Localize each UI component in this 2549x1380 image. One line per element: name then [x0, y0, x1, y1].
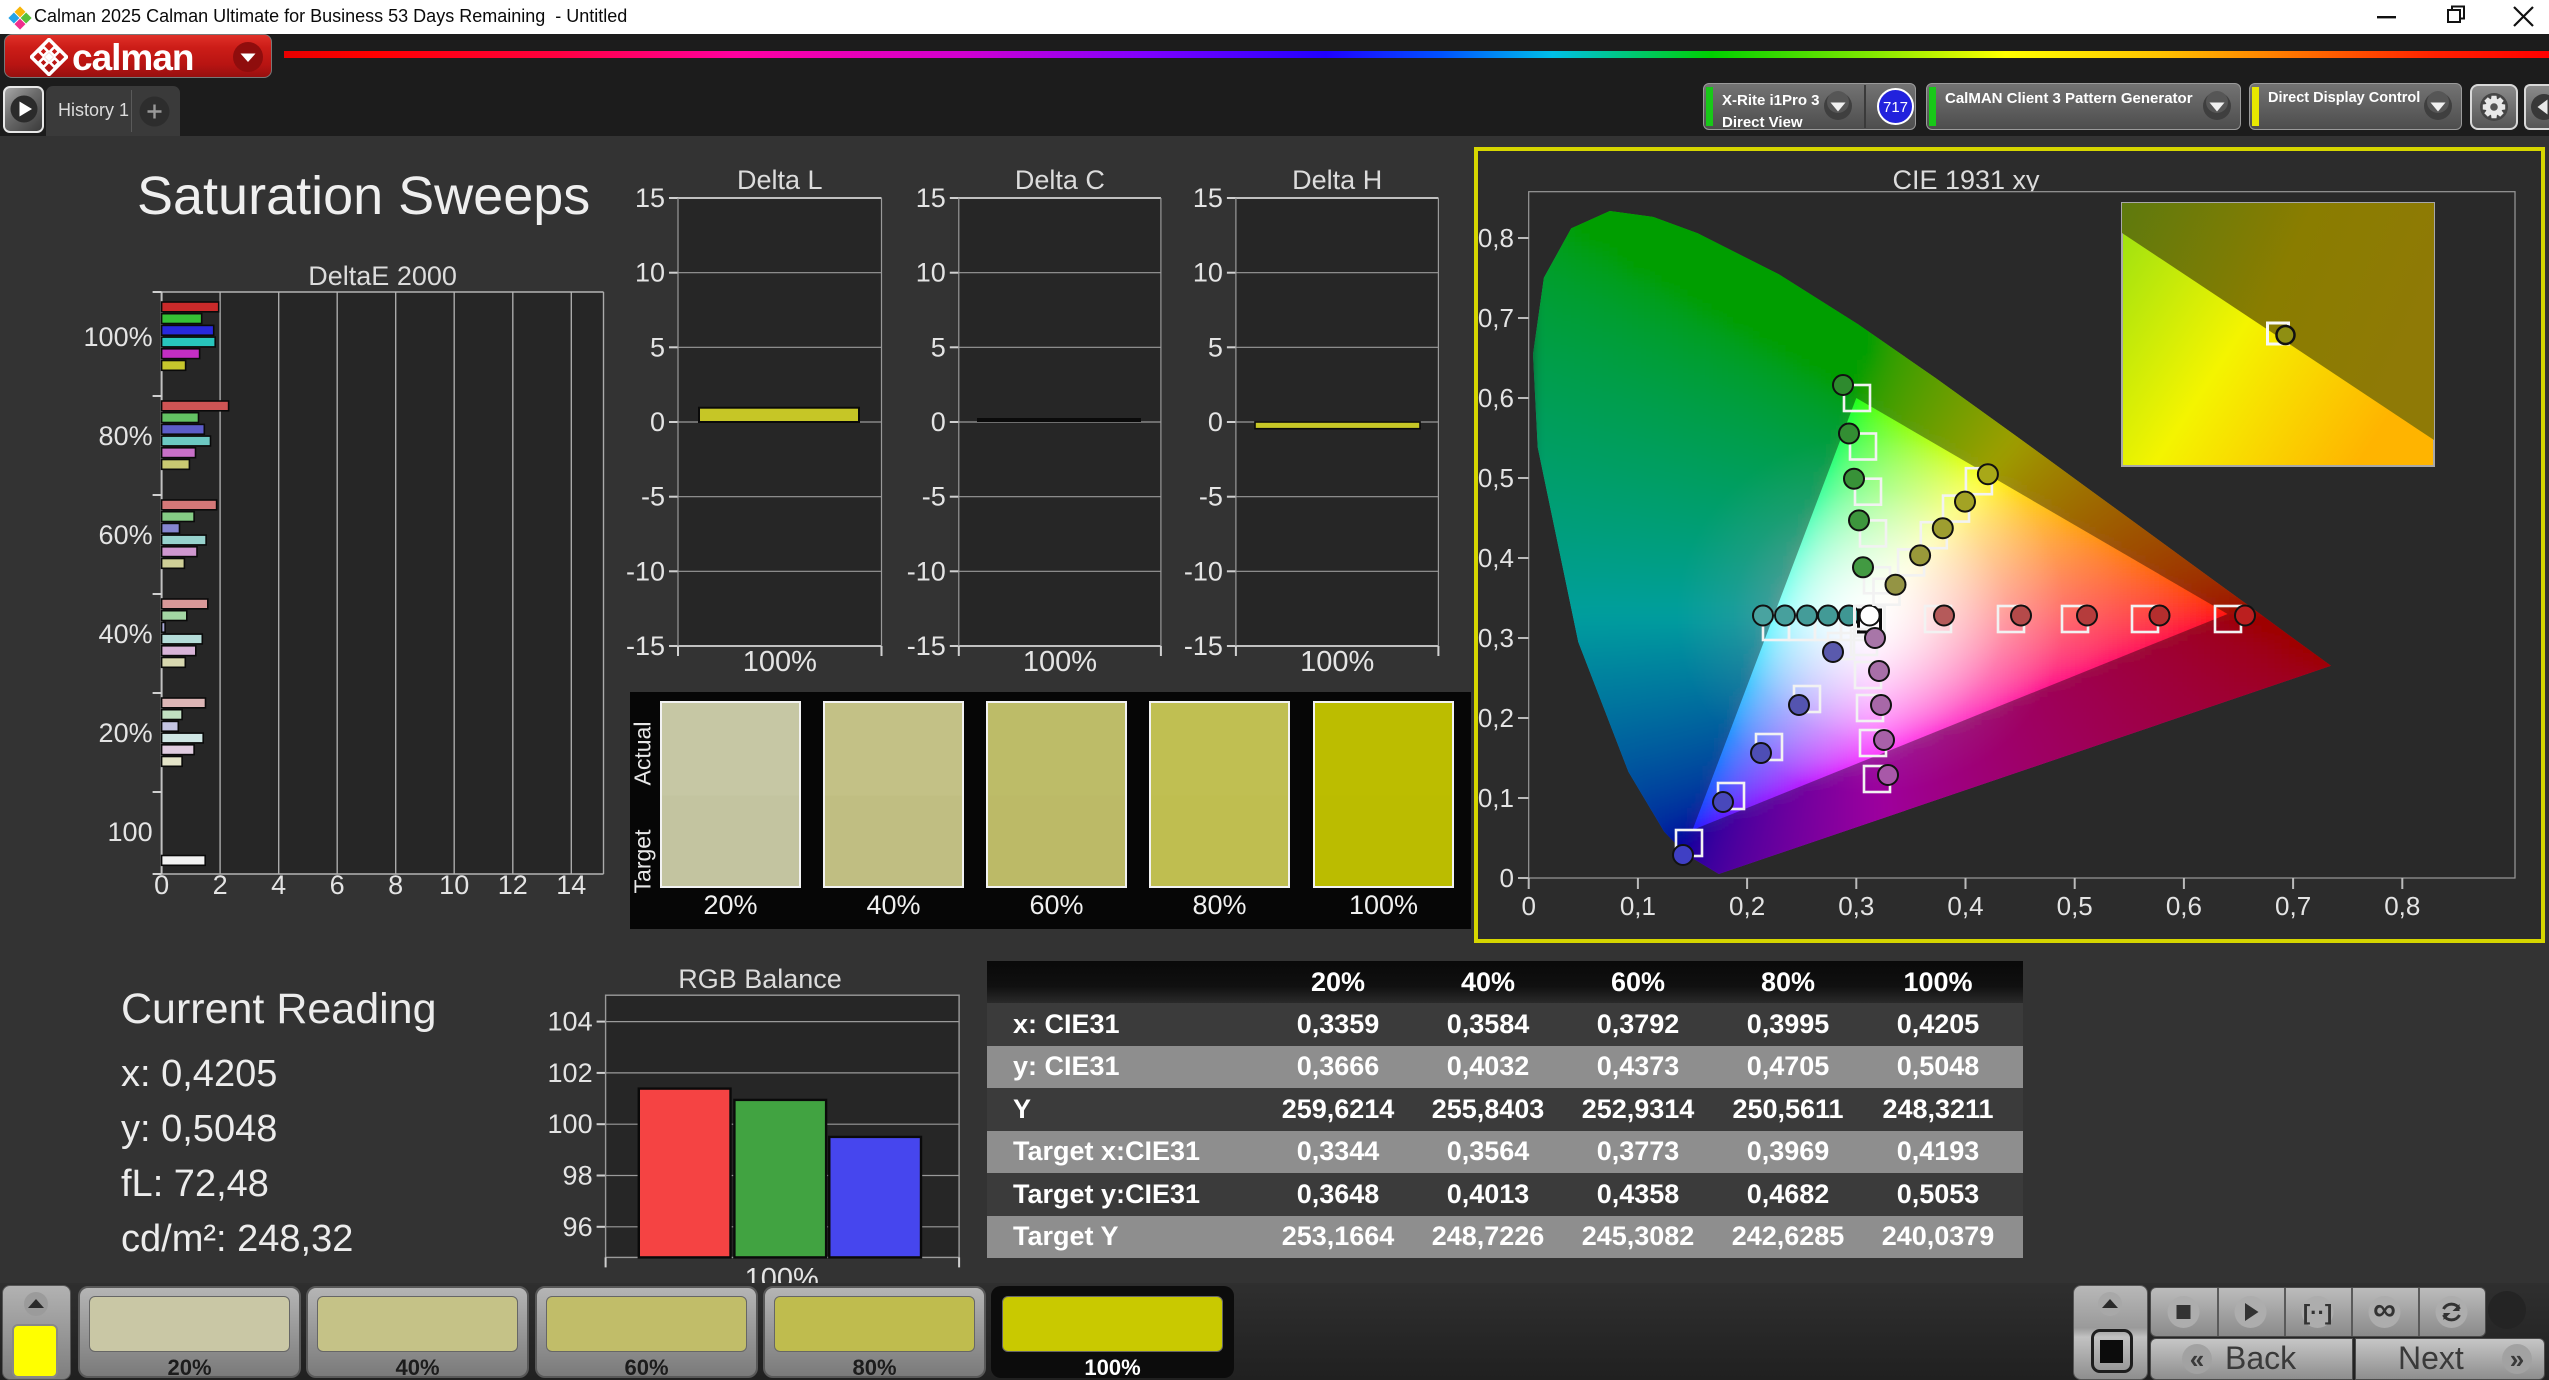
svg-text:0,5: 0,5 [1478, 463, 1514, 493]
svg-text:0,4: 0,4 [1478, 543, 1514, 573]
svg-text:CIE 1931 xy: CIE 1931 xy [1892, 165, 2040, 195]
svg-text:-5: -5 [922, 482, 946, 512]
svg-text:-5: -5 [1199, 482, 1223, 512]
svg-text:0,6: 0,6 [1478, 383, 1514, 413]
svg-text:15: 15 [635, 183, 665, 213]
svg-text:102: 102 [548, 1058, 593, 1088]
svg-text:0,1: 0,1 [1620, 891, 1656, 921]
svg-text:0: 0 [931, 407, 946, 437]
svg-text:0,7: 0,7 [1478, 303, 1514, 333]
svg-text:Delta L: Delta L [737, 165, 823, 195]
svg-text:RGB Balance: RGB Balance [678, 964, 842, 994]
svg-text:0,2: 0,2 [1478, 703, 1514, 733]
svg-text:0,1: 0,1 [1478, 783, 1514, 813]
svg-text:Delta C: Delta C [1015, 165, 1105, 195]
svg-text:5: 5 [650, 332, 665, 362]
svg-text:60%: 60% [99, 520, 153, 550]
svg-text:0: 0 [1208, 407, 1223, 437]
svg-text:0: 0 [1521, 891, 1535, 921]
svg-text:[··]: [··] [2303, 1300, 2332, 1325]
svg-text:15: 15 [1193, 183, 1223, 213]
svg-text:40%: 40% [99, 619, 153, 649]
svg-text:5: 5 [931, 332, 946, 362]
svg-text:10: 10 [916, 258, 946, 288]
svg-text:0,4: 0,4 [1947, 891, 1983, 921]
svg-text:100%: 100% [1023, 646, 1097, 678]
svg-text:80%: 80% [99, 421, 153, 451]
svg-text:717: 717 [1883, 99, 1908, 116]
svg-text:-15: -15 [626, 631, 665, 661]
svg-text:-5: -5 [641, 482, 665, 512]
svg-text:»: » [2510, 1344, 2524, 1374]
svg-text:-10: -10 [626, 556, 665, 586]
svg-text:100: 100 [108, 817, 153, 847]
svg-text:DeltaE 2000: DeltaE 2000 [308, 261, 457, 291]
svg-text:«: « [2190, 1344, 2204, 1374]
svg-text:0,8: 0,8 [2384, 891, 2420, 921]
svg-text:100%: 100% [743, 646, 817, 678]
svg-text:-15: -15 [1184, 631, 1223, 661]
svg-text:104: 104 [548, 1007, 593, 1037]
svg-text:15: 15 [916, 183, 946, 213]
svg-text:98: 98 [563, 1161, 593, 1191]
svg-text:20%: 20% [99, 718, 153, 748]
svg-text:∞: ∞ [2373, 1291, 2396, 1327]
svg-text:0: 0 [1500, 863, 1514, 893]
svg-text:-15: -15 [907, 631, 946, 661]
svg-text:0,3: 0,3 [1838, 891, 1874, 921]
svg-text:5: 5 [1208, 332, 1223, 362]
svg-text:0,8: 0,8 [1478, 223, 1514, 253]
svg-text:96: 96 [563, 1212, 593, 1242]
svg-text:Delta H: Delta H [1292, 165, 1382, 195]
svg-text:100%: 100% [84, 322, 153, 352]
svg-text:100%: 100% [1300, 646, 1374, 678]
svg-text:10: 10 [1193, 258, 1223, 288]
svg-text:10: 10 [635, 258, 665, 288]
svg-text:-10: -10 [1184, 556, 1223, 586]
svg-text:0,7: 0,7 [2275, 891, 2311, 921]
svg-text:0,3: 0,3 [1478, 623, 1514, 653]
svg-text:0,6: 0,6 [2166, 891, 2202, 921]
svg-text:100: 100 [548, 1109, 593, 1139]
svg-text:0,2: 0,2 [1729, 891, 1765, 921]
svg-text:0,5: 0,5 [2057, 891, 2093, 921]
svg-text:-10: -10 [907, 556, 946, 586]
svg-text:0: 0 [650, 407, 665, 437]
